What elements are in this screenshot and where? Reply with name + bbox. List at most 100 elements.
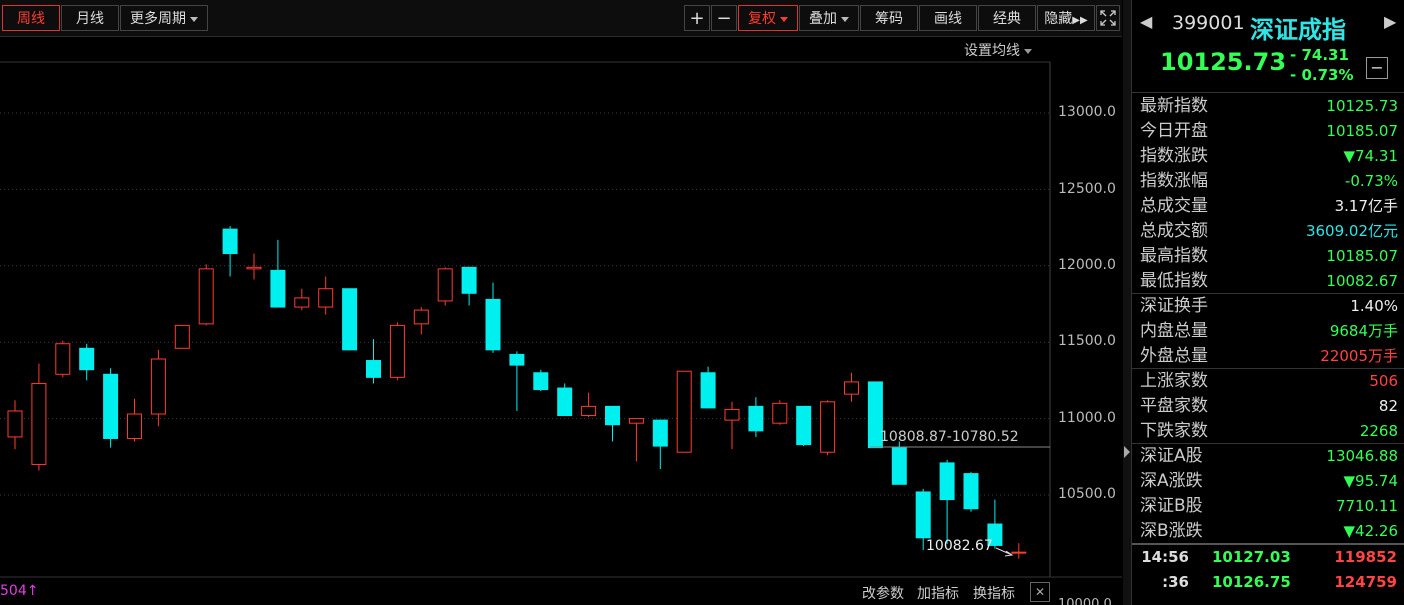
prev-stock-icon[interactable]: ◀ [1140, 12, 1152, 31]
low-arrow-icon [995, 547, 1014, 557]
classic-button[interactable]: 经典 [978, 5, 1036, 31]
zoom-out-button[interactable]: − [711, 5, 737, 31]
stat-row: 深证换手 1.40% [1140, 294, 1398, 319]
stat-row: 下跌家数 2268 [1140, 419, 1398, 444]
candle[interactable] [628, 418, 644, 462]
candle[interactable] [605, 405, 620, 442]
candle[interactable] [581, 392, 597, 418]
close-icon[interactable]: ✕ [1030, 582, 1050, 602]
expand-icon [1100, 10, 1116, 26]
candle-body [127, 413, 142, 439]
candle[interactable] [342, 288, 358, 351]
candle[interactable] [222, 226, 238, 277]
panel-splitter[interactable] [1123, 0, 1131, 605]
candle[interactable] [652, 419, 668, 470]
candle-body [318, 288, 334, 308]
restore-rights-dropdown[interactable]: 复权 [738, 5, 798, 31]
y-tick: 11000.0 [1058, 410, 1116, 426]
candle[interactable] [796, 405, 812, 447]
stat-row: 上涨家数 506 [1140, 369, 1398, 394]
y-tick: 12000.0 [1058, 257, 1116, 273]
chevron-down-icon [190, 16, 198, 22]
stat-row: 最新指数 10125.73 [1140, 94, 1398, 119]
candle[interactable] [891, 441, 907, 485]
tick-row-partial [1132, 598, 1404, 605]
current-price: 10125.73 [1160, 48, 1287, 76]
candle[interactable] [485, 282, 501, 353]
candle[interactable] [55, 340, 71, 378]
candle[interactable] [150, 349, 166, 427]
stat-label: 总成交量 [1140, 196, 1208, 216]
candle[interactable] [246, 253, 262, 280]
candle[interactable] [533, 369, 549, 392]
tab-weekly[interactable]: 周线 [2, 5, 60, 31]
y-tick: 10500.0 [1058, 486, 1116, 502]
collapse-button[interactable]: − [1366, 57, 1388, 79]
more-periods-dropdown[interactable]: 更多周期 [120, 5, 208, 31]
chevron-down-icon [841, 16, 849, 22]
fullscreen-button[interactable] [1096, 5, 1120, 31]
candle[interactable] [772, 400, 788, 425]
change-params-button[interactable]: 改参数 [862, 583, 904, 603]
candle[interactable] [557, 383, 573, 417]
candle[interactable] [79, 343, 95, 381]
double-chevron-right-icon: ▶▶ [1072, 15, 1088, 26]
switch-indicator-button[interactable]: 换指标 [973, 583, 1015, 603]
candle-body [915, 491, 931, 539]
candle[interactable] [294, 288, 310, 311]
candle[interactable] [844, 372, 859, 402]
candle[interactable] [1011, 543, 1027, 559]
stat-value: 506 [1369, 372, 1398, 390]
stat-row: 最低指数 10082.67 [1140, 269, 1398, 294]
stat-value: 10082.67 [1326, 272, 1398, 290]
restore-rights-label: 复权 [748, 11, 776, 27]
candle[interactable] [748, 397, 764, 437]
stat-value: ▼95.74 [1343, 472, 1398, 490]
stat-row: 最高指数 10185.07 [1140, 244, 1398, 269]
candle[interactable] [389, 322, 405, 381]
candle[interactable] [31, 363, 47, 471]
candle-body [581, 405, 597, 417]
hide-button[interactable]: 隐藏▶▶ [1037, 5, 1095, 31]
candle[interactable] [509, 351, 525, 411]
candle[interactable] [366, 339, 381, 384]
candle-body [605, 405, 620, 426]
candle[interactable] [676, 370, 692, 453]
candle-body [366, 360, 381, 378]
candle[interactable] [820, 400, 836, 456]
candle[interactable] [700, 366, 716, 409]
stat-value: 82 [1378, 397, 1398, 415]
tick-time: :36 [1162, 573, 1189, 591]
candle[interactable] [127, 398, 142, 442]
stat-value: 1.40% [1350, 297, 1398, 315]
candle-body [342, 288, 358, 351]
tick-time: 14:56 [1141, 548, 1189, 566]
candle[interactable] [7, 400, 23, 450]
draw-line-button[interactable]: 画线 [919, 5, 977, 31]
y-tick: 10000.0 [1058, 597, 1112, 605]
chips-button[interactable]: 筹码 [860, 5, 918, 31]
tab-monthly[interactable]: 月线 [61, 5, 119, 31]
candle[interactable] [270, 239, 286, 308]
candle[interactable] [174, 324, 190, 349]
candle-body [150, 358, 166, 415]
candle[interactable] [198, 264, 214, 326]
candle[interactable] [413, 307, 429, 335]
stat-value: 13046.88 [1326, 447, 1398, 465]
y-tick: 13000.0 [1058, 104, 1116, 120]
candle[interactable] [318, 276, 334, 315]
candle[interactable] [437, 267, 453, 306]
add-indicator-button[interactable]: 加指标 [917, 583, 959, 603]
candle[interactable] [724, 401, 740, 450]
candle-body [461, 266, 477, 294]
overlay-dropdown[interactable]: 叠加 [799, 5, 859, 31]
candle-body [844, 381, 859, 395]
stat-label: 深证换手 [1140, 296, 1208, 316]
candlestick-chart: 10808.87-10780.52 10082.67 [0, 61, 1122, 578]
zoom-in-button[interactable]: + [684, 5, 710, 31]
candle[interactable] [963, 472, 979, 512]
candle[interactable] [103, 368, 119, 448]
candle[interactable] [461, 266, 477, 306]
next-stock-icon[interactable]: ▶ [1384, 12, 1396, 31]
candle[interactable] [939, 459, 955, 544]
